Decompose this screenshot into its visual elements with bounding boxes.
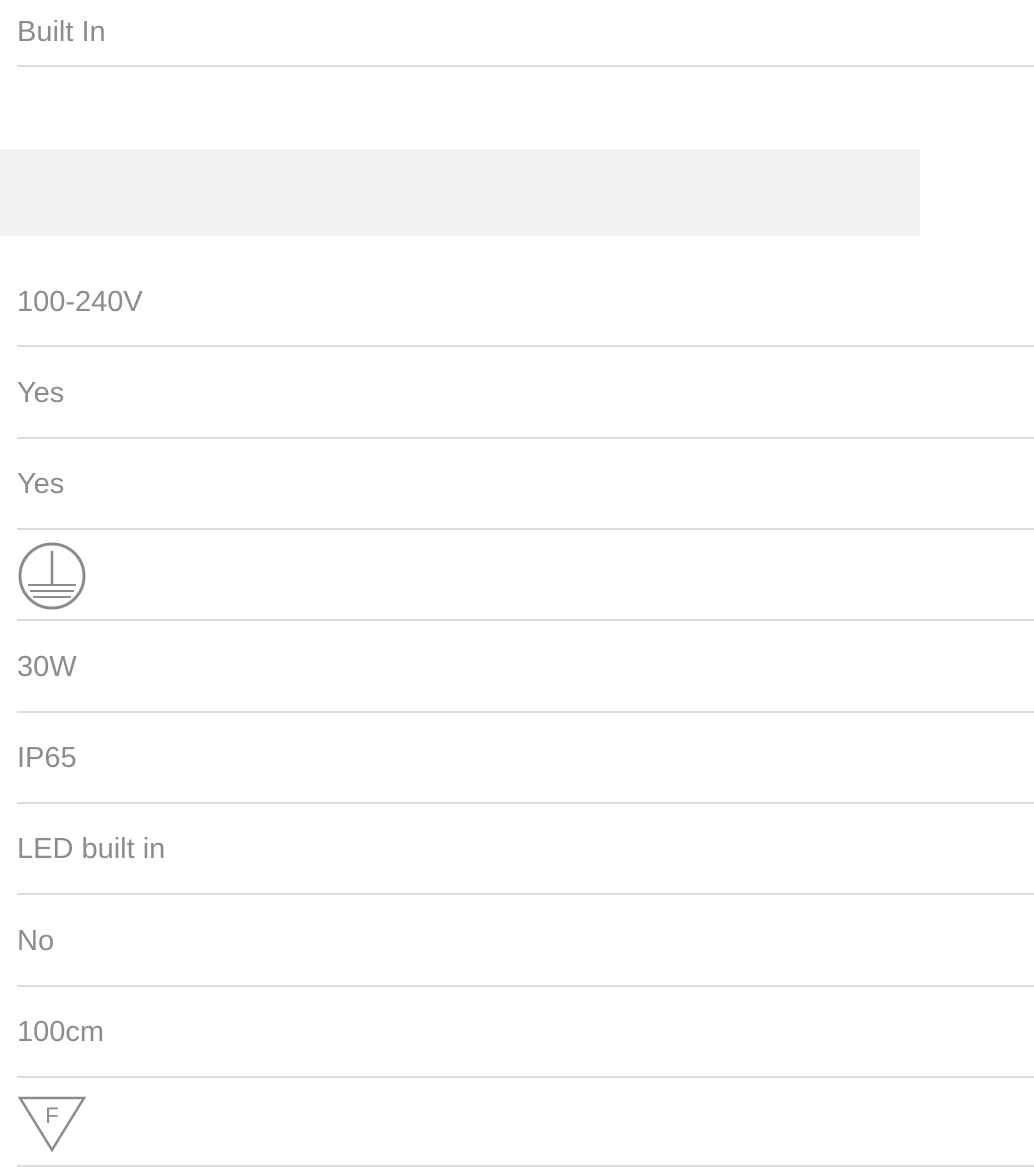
spec-value: 30W (17, 650, 77, 683)
spec-value: No (17, 924, 55, 957)
earth-ground-icon (17, 541, 87, 611)
spec-row-earth (17, 532, 1034, 621)
spec-row-yes-2: Yes (17, 441, 1034, 530)
spec-row-voltage: 100-240V (17, 260, 1034, 347)
spec-value: IP65 (17, 742, 77, 774)
spec-value: Yes (17, 468, 65, 500)
spec-row-lamp: LED built in (17, 806, 1034, 895)
f-mark-letter: F (45, 1103, 58, 1128)
section-header-band (0, 149, 920, 236)
spec-row-length: 100cm (17, 989, 1034, 1078)
spec-value: Built In (17, 16, 106, 48)
spec-row-yes-1: Yes (17, 349, 1034, 439)
f-mark-triangle-icon: F (17, 1093, 87, 1153)
spec-row-no: No (17, 897, 1034, 987)
spec-row-f-mark: F (17, 1080, 1034, 1167)
spec-value: 100-240V (17, 286, 143, 318)
spec-row-wattage: 30W (17, 623, 1034, 713)
spec-value: Yes (17, 376, 65, 409)
spec-row-built-in: Built In (17, 0, 1034, 67)
spec-value: LED built in (17, 833, 166, 865)
spec-row-ip-rating: IP65 (17, 715, 1034, 804)
spec-value: 100cm (17, 1016, 105, 1048)
